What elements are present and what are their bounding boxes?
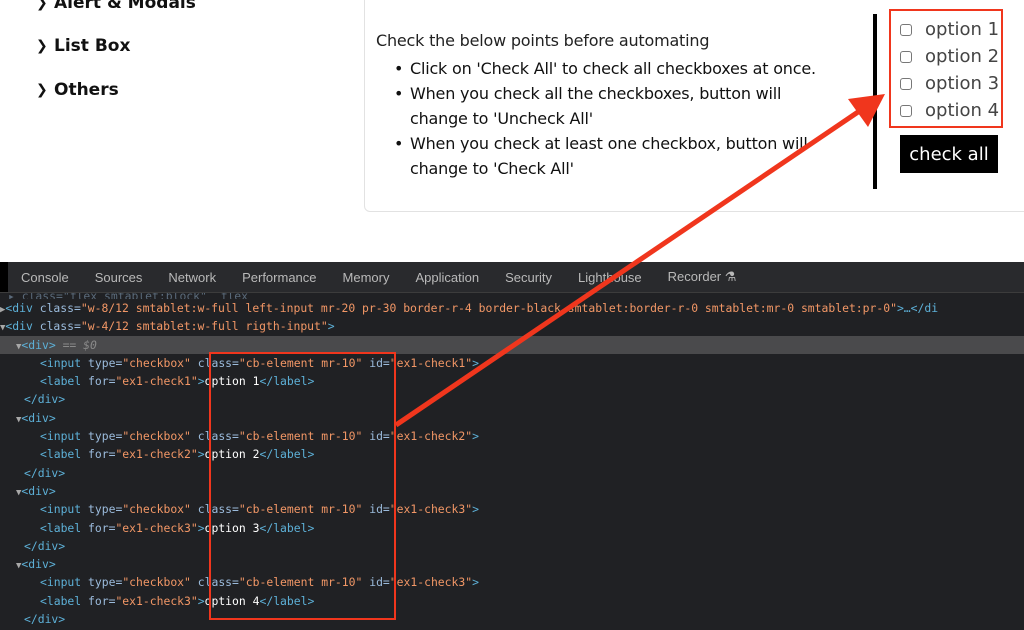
sidebar-item-label: Alert & Modals (54, 0, 196, 13)
dom-node-div-close[interactable]: </div> (0, 390, 1024, 408)
tab-lighthouse[interactable]: Lighthouse (578, 270, 642, 285)
tab-application[interactable]: Application (415, 270, 479, 285)
dom-node-input[interactable]: <input type="checkbox" class="cb-element… (0, 354, 1024, 372)
options-highlight-box (889, 9, 1003, 128)
devtools-panel: Console Sources Network Performance Memo… (0, 262, 1024, 630)
sidebar-item-label: Others (54, 80, 119, 100)
tab-recorder[interactable]: Recorder ⚗ (668, 269, 737, 285)
dom-node-div-close[interactable]: </div> (0, 464, 1024, 482)
tab-recorder-label: Recorder (667, 269, 722, 284)
check-all-button[interactable]: check all (900, 135, 998, 173)
devtools-elements-tab-edge[interactable] (0, 262, 8, 292)
chevron-right-icon: ❯ (36, 0, 48, 11)
dom-node-input[interactable]: <input type="checkbox" class="cb-element… (0, 427, 1024, 445)
instruction-item: When you check all the checkboxes, butto… (394, 81, 830, 131)
instructions-list: Click on 'Check All' to check all checkb… (394, 56, 830, 181)
dom-node-input[interactable]: <input type="checkbox" class="cb-element… (0, 573, 1024, 591)
dom-node-input[interactable]: <input type="checkbox" class="cb-element… (0, 500, 1024, 518)
tab-performance[interactable]: Performance (242, 270, 316, 285)
dom-node-div-close[interactable]: </div> (0, 610, 1024, 628)
dom-node-label[interactable]: <label for="ex1-check3">option 3</label> (0, 519, 1024, 537)
tab-memory[interactable]: Memory (343, 270, 390, 285)
sidebar-item-others[interactable]: ❯ Others (36, 80, 119, 100)
flask-icon: ⚗ (724, 269, 737, 284)
dom-node-selected-div[interactable]: ▼<div> == $0 (0, 335, 1024, 354)
dom-node-left-input[interactable]: ▶<div class="w-8/12 smtablet:w-full left… (0, 299, 1024, 317)
class-attribute-highlight-box (209, 352, 396, 620)
sidebar-item-alert-modals[interactable]: ❯ Alert & Modals (36, 0, 196, 13)
left-input-border (873, 14, 877, 189)
chevron-right-icon: ❯ (36, 38, 48, 54)
web-page: ❯ Alert & Modals ❯ List Box ❯ Others Che… (0, 0, 1024, 262)
chevron-right-icon: ❯ (36, 82, 48, 98)
sidebar-item-list-box[interactable]: ❯ List Box (36, 36, 130, 56)
dom-node-div-close[interactable]: </div> (0, 537, 1024, 555)
tab-sources[interactable]: Sources (95, 270, 143, 285)
dom-node-div[interactable]: ▼<div> (0, 555, 1024, 573)
tab-network[interactable]: Network (168, 270, 216, 285)
sidebar-item-label: List Box (54, 36, 131, 56)
dom-node-div[interactable]: ▼<div> (0, 482, 1024, 500)
devtools-tab-bar: Console Sources Network Performance Memo… (0, 262, 1024, 293)
dom-node-label[interactable]: <label for="ex1-check3">option 4</label> (0, 592, 1024, 610)
instruction-item: Click on 'Check All' to check all checkb… (394, 56, 830, 81)
dom-node-label[interactable]: <label for="ex1-check1">option 1</label> (0, 372, 1024, 390)
tab-console[interactable]: Console (21, 270, 69, 285)
tab-security[interactable]: Security (505, 270, 552, 285)
dom-node-label[interactable]: <label for="ex1-check2">option 2</label> (0, 445, 1024, 463)
dom-tree: ▸ class="flex smtablet:block" flex ▶<div… (0, 293, 1024, 628)
instruction-item: When you check at least one checkbox, bu… (394, 131, 830, 181)
dom-node-div[interactable]: ▼<div> (0, 409, 1024, 427)
dom-node-right-input[interactable]: ▼<div class="w-4/12 smtablet:w-full rigt… (0, 317, 1024, 335)
instructions-heading: Check the below points before automating (376, 31, 710, 50)
